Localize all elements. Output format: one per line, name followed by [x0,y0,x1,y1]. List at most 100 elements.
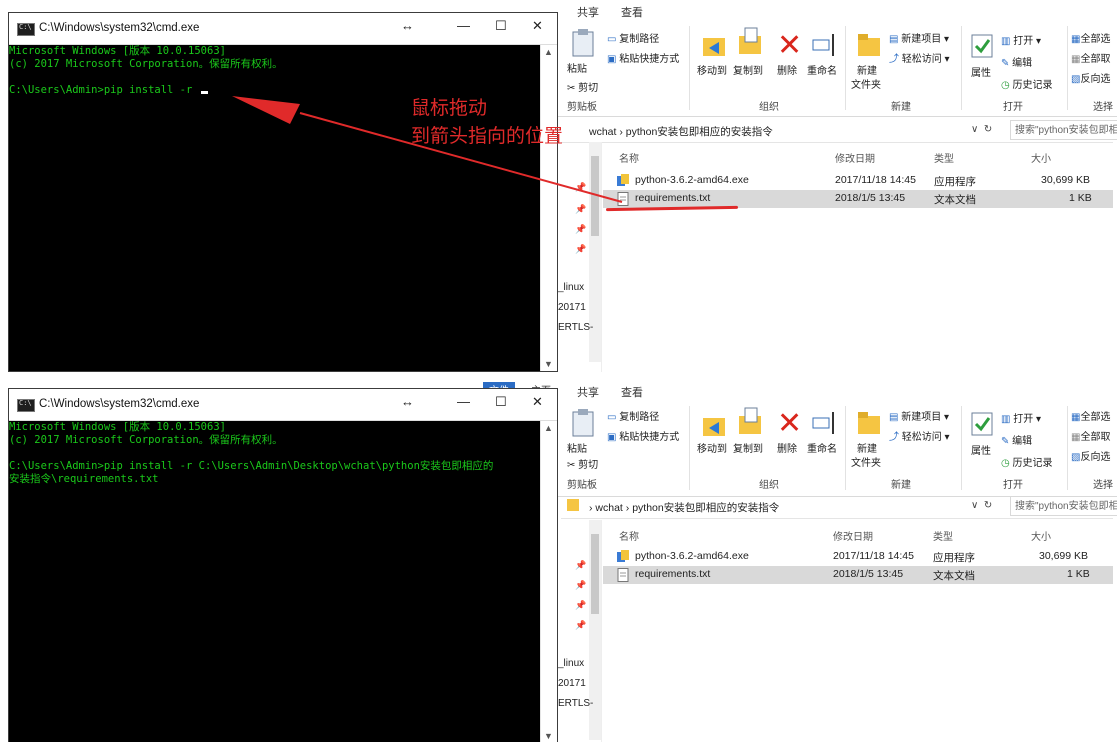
pin-icon[interactable]: 📌 [575,620,586,631]
breadcrumb[interactable]: › wchat › python安装包即相应的安装指令 [589,500,779,515]
select-none-label: 全部取 [1080,432,1111,443]
top-screenshot: 共享 查看 粘贴 ✂ 剪切 ▭ 复制路径 ▣ 粘贴快捷方式 剪贴板 移动到 复制… [0,0,1117,372]
paste-button[interactable]: 粘贴 [567,440,587,455]
annotation-line-2: 到箭头指向的位置 [411,125,564,147]
tab-view[interactable]: 查看 [621,384,643,400]
divider [1067,406,1068,490]
address-bar[interactable]: › wchat › python安装包即相应的安装指令 ∨ ↻ 搜索"pytho… [561,496,1117,519]
paste-shortcut-icon: ▣ [607,432,617,443]
delete-button[interactable]: 删除 [777,440,797,455]
resize-icon[interactable]: ↔ [401,394,414,409]
paste-icon[interactable] [569,408,597,438]
invert-selection-label: 反向选 [1080,452,1111,463]
open-button[interactable]: ▥ 打开 ▾ [1001,410,1041,425]
easy-access-button[interactable]: ⤴ 轻松访问 ▾ [889,428,950,443]
edit-button[interactable]: ✎ 编辑 [1001,432,1032,447]
scroll-down-icon[interactable]: ▼ [544,731,553,741]
move-to-icon[interactable] [701,410,729,440]
open-label: 打开 ▾ [1013,414,1042,425]
delete-icon[interactable]: ✕ [777,406,802,441]
separator [0,372,1117,380]
history-button[interactable]: ◷ 历史记录 [1001,454,1053,469]
divider [689,406,690,490]
file-row[interactable]: python-3.6.2-amd64.exe 2017/11/18 14:45 … [603,548,1113,566]
file-list-header: 名称 修改日期 类型 大小 [603,524,1117,544]
breadcrumb-folder[interactable]: python安装包即相应的安装指令 [632,502,779,514]
cut-button[interactable]: ✂ 剪切 [567,456,598,471]
file-modified: 2018/1/5 13:45 [833,568,904,580]
console-line: Microsoft Windows [版本 10.0.15063] [9,421,226,433]
new-folder-icon[interactable] [855,406,883,436]
cmd-titlebar[interactable]: C:\Windows\system32\cmd.exe ↔ — ☐ ✕ [9,389,557,421]
pin-icon[interactable]: 📌 [575,560,586,571]
history-dropdown-icon[interactable]: ∨ [971,500,978,511]
nav-scroll-thumb[interactable] [591,534,599,614]
folder-icon [567,499,579,511]
breadcrumb-separator: › [589,502,593,514]
tab-share[interactable]: 共享 [577,384,599,400]
cmd-window-title: C:\Windows\system32\cmd.exe [39,398,200,410]
easy-access-label: 轻松访问 ▾ [901,432,950,443]
copy-to-button[interactable]: 复制到 [733,440,763,455]
file-name: python-3.6.2-amd64.exe [635,550,749,562]
new-folder-label-2[interactable]: 文件夹 [851,454,881,469]
select-all-label: 全部选 [1080,412,1111,423]
history-icon: ◷ [1001,458,1010,469]
scroll-up-icon[interactable]: ▲ [544,423,553,433]
breadcrumb-parent[interactable]: wchat [595,502,622,514]
properties-button[interactable]: 属性 [971,442,991,457]
console-line: C:\Users\Admin>pip install -r C:\Users\A… [9,460,494,472]
breadcrumb-separator: › [625,502,630,514]
pin-icon[interactable]: 📌 [575,600,586,611]
console-output[interactable]: Microsoft Windows [版本 10.0.15063] (c) 201… [9,421,541,742]
nav-item-certs[interactable]: ERTLS- [558,698,593,709]
select-all-button[interactable]: ▦全部选 [1071,408,1110,423]
file-size: 1 KB [1067,568,1090,580]
group-clipboard: 剪贴板 [567,480,597,491]
file-row-selected[interactable]: requirements.txt 2018/1/5 13:45 文本文档 1 K… [603,566,1113,584]
copy-path-icon: ▭ [607,412,617,423]
close-button[interactable]: ✕ [532,394,543,410]
maximize-button[interactable]: ☐ [495,394,507,410]
refresh-icon[interactable]: ↻ [984,500,992,511]
properties-icon[interactable] [969,410,997,440]
navigation-pane: 📌 📌 📌 📌 _linux 20171 ERTLS- [555,520,602,742]
rename-button[interactable]: 重命名 [807,440,837,455]
new-folder-label-1[interactable]: 新建 [857,440,877,455]
new-item-button[interactable]: ▤ 新建项目 ▾ [889,408,949,423]
edit-label: 编辑 [1012,436,1033,447]
console-scrollbar[interactable]: ▲ ▼ [540,421,557,742]
search-input[interactable]: 搜索"python安装包即相 [1010,496,1117,516]
invert-selection-button[interactable]: ▧反向选 [1071,448,1110,463]
annotation-line-1: 鼠标拖动 [411,97,488,119]
column-size[interactable]: 大小 [1031,528,1051,543]
copy-to-icon[interactable] [737,406,765,436]
annotation-text: 鼠标拖动 到箭头指向的位置 [411,94,563,150]
paste-shortcut-button[interactable]: ▣ 粘贴快捷方式 [607,428,679,443]
move-to-button[interactable]: 移动到 [697,440,727,455]
column-type[interactable]: 类型 [933,528,953,543]
minimize-button[interactable]: — [457,394,470,409]
nav-item-date[interactable]: 20171 [558,678,586,689]
copy-path-button[interactable]: ▭ 复制路径 [607,408,659,423]
column-modified[interactable]: 修改日期 [833,528,873,543]
nav-item-linux[interactable]: _linux [558,658,584,669]
group-organize: 组织 [759,480,779,491]
cmd-window[interactable]: C:\Windows\system32\cmd.exe ↔ — ☐ ✕ Micr… [8,388,558,742]
paste-shortcut-label: 粘贴快捷方式 [619,432,680,443]
cut-label: 剪切 [578,460,599,471]
file-type: 应用程序 [933,552,975,564]
drag-arrow-overlay [232,96,623,203]
new-item-icon: ▤ [889,412,899,423]
ribbon: 粘贴 ✂ 剪切 ▭ 复制路径 ▣ 粘贴快捷方式 剪贴板 移动到 复制到 ✕ 删除… [555,400,1117,497]
group-open: 打开 [1003,480,1023,491]
text-file-icon [617,568,629,582]
edit-icon: ✎ [1001,436,1010,447]
console-line: 安装指令\requirements.txt [9,473,159,485]
select-none-button[interactable]: ▦全部取 [1071,428,1110,443]
pin-icon[interactable]: 📌 [575,580,586,591]
column-name[interactable]: 名称 [619,528,639,543]
rename-icon[interactable] [811,408,839,438]
divider [961,406,962,490]
